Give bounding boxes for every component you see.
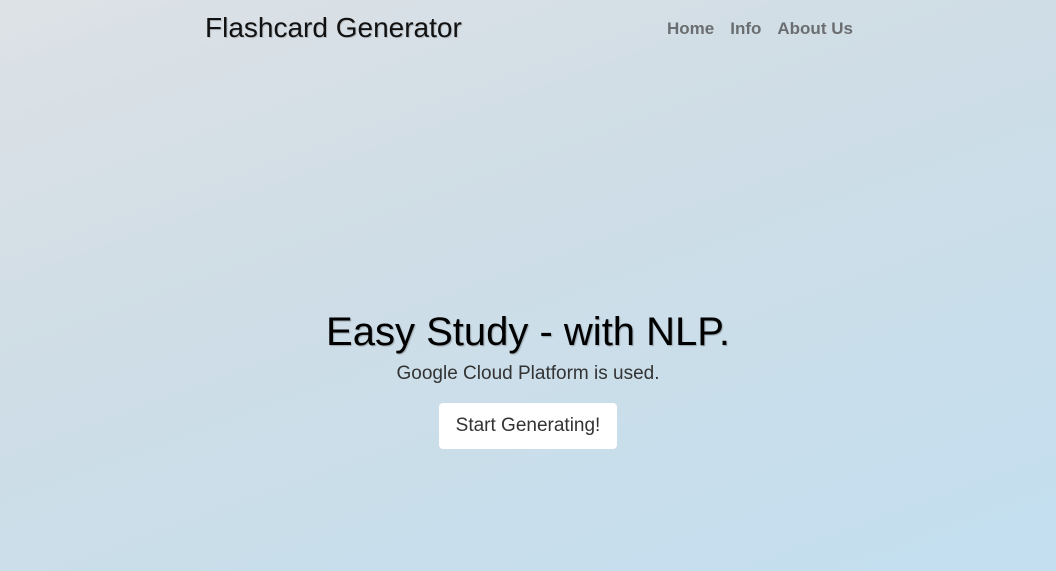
hero-title: Easy Study - with NLP. <box>326 310 730 354</box>
start-generating-button[interactable]: Start Generating! <box>438 403 618 449</box>
nav-info[interactable]: Info <box>730 19 761 39</box>
main-nav: Home Info About Us <box>667 19 853 39</box>
nav-home[interactable]: Home <box>667 19 714 39</box>
hero: Easy Study - with NLP. Google Cloud Plat… <box>0 310 1056 449</box>
nav-about-us[interactable]: About Us <box>777 19 853 39</box>
brand-logo[interactable]: Flashcard Generator <box>205 12 462 44</box>
hero-subtitle: Google Cloud Platform is used. <box>396 363 660 384</box>
